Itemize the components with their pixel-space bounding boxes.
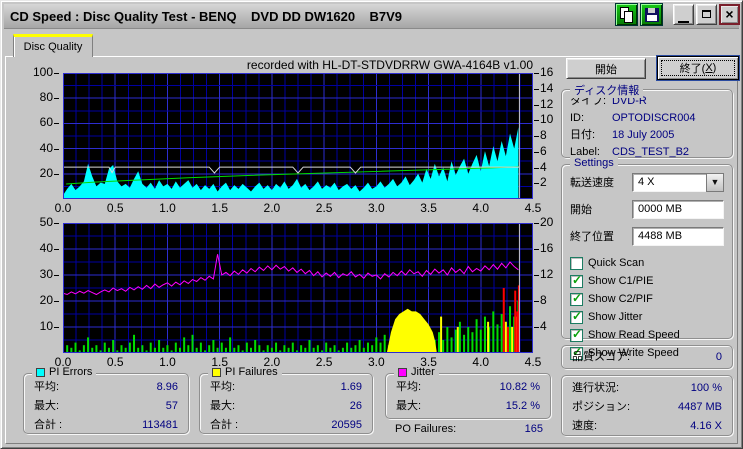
checkbox-quick-scan[interactable]: Quick Scan: [570, 256, 724, 270]
x-axis-tick: 4.0: [472, 355, 490, 369]
checkbox-icon: [570, 273, 583, 288]
save-icon[interactable]: [640, 2, 663, 26]
pi-failures-title: PI Failures: [225, 366, 278, 378]
pi-errors-max-row: 最大: 57: [34, 400, 178, 412]
x-axis-tick: 1.0: [159, 201, 176, 215]
tab-disc-quality[interactable]: Disc Quality: [13, 34, 93, 57]
settings-group: Settings 転送速度 4 X ▼ 開始 0000 MB 終了位置 4488…: [561, 157, 733, 360]
x-axis-tick: 3.0: [367, 201, 385, 215]
y-axis-left-tick: 20: [19, 293, 59, 307]
po-failures-label: PO Failures:: [395, 423, 457, 435]
jitter-average-row: 平均: 10.82 %: [396, 381, 540, 393]
po-failures-value: 165: [524, 423, 543, 435]
pi-failures-panel: PI Failures 平均: 1.69 最大: 26 合計 :20595: [199, 366, 373, 434]
disc-info-title: ディスク情報: [570, 82, 644, 98]
speed-select[interactable]: 4 X ▼: [632, 172, 724, 192]
progress-row: 進行状況: 100 %: [572, 382, 722, 394]
checkbox-icon: [570, 327, 583, 342]
y-axis-left-tick: 60: [19, 115, 59, 129]
quality-score-box: 品質スコア: 0: [561, 345, 733, 369]
y-axis-left-tick: 80: [19, 90, 59, 104]
y-axis-left-tick: 10: [19, 319, 59, 333]
checkbox-show-read-speed[interactable]: Show Read Speed: [570, 327, 724, 342]
settings-title: Settings: [570, 157, 618, 169]
x-axis-tick: 0.5: [106, 201, 124, 215]
checkbox-show-c2-pif[interactable]: Show C2/PIF: [570, 291, 724, 306]
y-axis-left-tick: 20: [19, 166, 59, 180]
jitter-max-row: 最大: 15.2 %: [396, 400, 540, 412]
y-axis-left-tick: 40: [19, 241, 59, 255]
y-axis-left-tick: 50: [19, 215, 59, 229]
pi-errors-average-row: 平均: 8.96: [34, 381, 178, 393]
x-axis-tick: 4.0: [472, 201, 490, 215]
start-position-row: 開始 0000 MB: [570, 199, 724, 219]
progress-box: 進行状況: 100 % ポジション: 4487 MB 速度: 4.16 X: [561, 375, 733, 436]
x-axis-tick: 3.5: [420, 201, 437, 215]
recorded-with-text: recorded with HL-DT-STDVDRRW GWA-4164B v…: [246, 58, 533, 72]
pi-failures-average-row: 平均: 1.69: [210, 381, 362, 393]
jitter-swatch: [398, 367, 407, 377]
disc-id-row: ID: OPTODISCR004: [570, 112, 696, 124]
minimize-button[interactable]: [673, 3, 694, 25]
end-position-field[interactable]: 4488 MB: [632, 226, 724, 246]
jitter-title: Jitter: [411, 366, 435, 378]
chevron-down-icon[interactable]: ▼: [706, 172, 724, 192]
po-failures-row: PO Failures: 165: [395, 423, 543, 435]
close-button[interactable]: ×: [719, 3, 740, 25]
y-axis-left-tick: 100: [19, 65, 59, 79]
x-axis-tick: 1.0: [159, 355, 176, 369]
end-position-row: 終了位置 4488 MB: [570, 226, 724, 246]
x-axis-tick: 0.5: [106, 355, 124, 369]
x-axis-tick: 2.5: [315, 355, 333, 369]
start-button[interactable]: 開始: [566, 58, 646, 79]
x-axis-tick: 0.0: [54, 201, 72, 215]
checkbox-show-c1-pie[interactable]: Show C1/PIE: [570, 273, 724, 288]
y-axis-left-tick: 30: [19, 267, 59, 281]
jitter-panel: Jitter 平均: 10.82 % 最大: 15.2 %: [385, 366, 551, 419]
checkbox-icon: [570, 256, 583, 270]
pi-errors-title: PI Errors: [49, 366, 93, 378]
maximize-button[interactable]: [696, 3, 717, 25]
speed-row: 転送速度 4 X ▼: [570, 172, 724, 192]
checkbox-icon: [570, 309, 583, 324]
x-axis-tick: 3.0: [367, 355, 385, 369]
pi-errors-swatch: [36, 367, 45, 377]
start-position-field[interactable]: 0000 MB: [632, 199, 724, 219]
x-axis-tick: 2.5: [315, 201, 333, 215]
disc-info-group: ディスク情報 タイプ: DVD-R ID: OPTODISCR004 日付: 18 J…: [561, 82, 733, 158]
pi-failures-swatch: [212, 367, 221, 377]
y-axis-left-tick: 40: [19, 141, 59, 155]
x-axis-tick: 4.5: [524, 355, 542, 369]
speed-status-row: 速度: 4.16 X: [572, 420, 722, 432]
pi-failures-total-row: 合計 :20595: [210, 419, 362, 431]
window-title: CD Speed : Disc Quality Test - BENQ DVD …: [10, 8, 403, 24]
checkbox-icon: [570, 291, 583, 306]
pif-jitter-chart: [63, 223, 533, 353]
x-axis-tick: 2.0: [263, 201, 281, 215]
position-row: ポジション: 4487 MB: [572, 401, 722, 413]
quality-score-row: 品質スコア: 0: [572, 351, 722, 363]
tab-label: Disc Quality: [23, 41, 83, 53]
titlebar-buttons: ×: [613, 2, 740, 26]
checkbox-show-jitter[interactable]: Show Jitter: [570, 309, 724, 324]
disc-date-row: 日付: 18 July 2005: [570, 129, 675, 141]
app-window: CD Speed : Disc Quality Test - BENQ DVD …: [0, 0, 743, 449]
pie-speed-chart: [63, 73, 533, 199]
x-axis-tick: 4.5: [524, 201, 542, 215]
x-axis-tick: 1.5: [211, 201, 228, 215]
pi-errors-total-row: 合計 :113481: [34, 419, 178, 431]
pi-errors-panel: PI Errors 平均: 8.96 最大: 57 合計 :113481: [23, 366, 189, 434]
pi-failures-max-row: 最大: 26: [210, 400, 362, 412]
copy-icon[interactable]: [615, 2, 638, 26]
exit-button[interactable]: 終了(X): [657, 56, 739, 80]
